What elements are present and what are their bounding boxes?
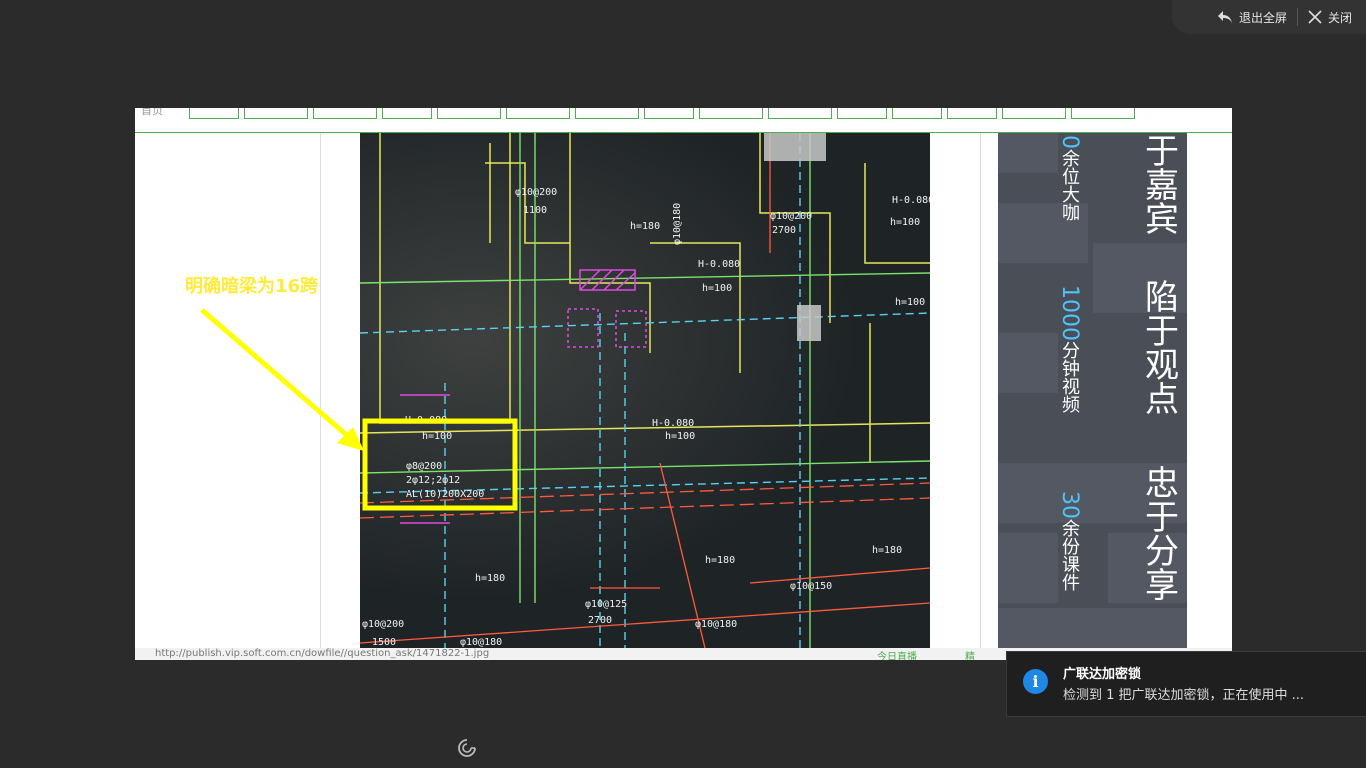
- nav-tab: [575, 108, 639, 119]
- nav-tab: [1002, 108, 1066, 119]
- close-button[interactable]: 关闭: [1308, 9, 1352, 26]
- stat-label: 余位大咖: [1059, 149, 1080, 221]
- drawing-label: h=100: [890, 217, 920, 228]
- drawing-label: H-0.080: [652, 418, 694, 429]
- drawing-label: 2700: [588, 615, 612, 626]
- site-nav-strip: 首页: [135, 108, 1232, 133]
- exit-fullscreen-label: 退出全屏: [1238, 10, 1287, 25]
- slogan-text: 陷于观点: [1138, 279, 1179, 415]
- nav-tab: [244, 108, 308, 119]
- status-url: http://publish.vip.soft.com.cn/dowfile//…: [155, 648, 490, 659]
- drawing-lines: φ10@200 1100 h=180 φ10@180 H-0.080 h=100…: [360, 133, 930, 648]
- stat-number: 0: [1057, 135, 1082, 149]
- drawing-label: φ10@180: [672, 203, 683, 245]
- drawing-label: φ10@200: [770, 211, 812, 222]
- nav-tab: [947, 108, 997, 119]
- drawing-label: h=180: [630, 221, 660, 232]
- photo-tile: [998, 533, 1058, 603]
- stat-column: 1000 分钟视频: [1056, 285, 1082, 413]
- nav-tab: [506, 108, 570, 119]
- drawing-label: H-0.080: [892, 195, 930, 206]
- loading-spinner-icon: [458, 739, 476, 757]
- stat-label: 余份课件: [1059, 519, 1080, 591]
- drawing-label: 1100: [523, 205, 547, 216]
- toast-message: 检测到 1 把广联达加密锁，正在使用中 ...: [1063, 688, 1305, 703]
- drawing-label: H-0.080: [698, 259, 740, 270]
- nav-tab: [382, 108, 432, 119]
- notification-toast[interactable]: i 广联达加密锁 检测到 1 把广联达加密锁，正在使用中 ...: [1006, 651, 1366, 717]
- drawing-label: h=100: [895, 297, 925, 308]
- toast-title: 广联达加密锁: [1063, 667, 1142, 682]
- nav-tab: [644, 108, 694, 119]
- photo-tile: [998, 608, 1187, 648]
- drawing-label: 2700: [772, 225, 796, 236]
- stat-number: 30: [1057, 491, 1082, 519]
- nav-tab: [313, 108, 377, 119]
- drawing-label: φ10@150: [790, 581, 832, 592]
- image-viewer-content: 首页 φ10@200 1100 h=180 φ10@180 H-0.080 h=…: [135, 108, 1232, 660]
- stat-column: 0 余位大咖: [1056, 135, 1082, 221]
- promo-banner[interactable]: 0 余位大咖 1000 分钟视频 30 余份课件 于嘉宾 陷于观点 忠于分享: [998, 133, 1187, 648]
- drawing-label: h=180: [705, 555, 735, 566]
- drawing-label: AL(10)200X200: [406, 489, 484, 500]
- drawing-label: H-0.080: [405, 415, 447, 426]
- nav-tab: [892, 108, 942, 119]
- slogan-column: 于嘉宾: [1137, 133, 1179, 235]
- nav-tab: [189, 108, 239, 119]
- more-link[interactable]: 精: [965, 648, 975, 660]
- column-divider: [980, 133, 981, 648]
- slogan-column: 忠于分享: [1137, 465, 1179, 601]
- drawing-label: 1500: [372, 637, 396, 648]
- drawing-label: φ10@180: [460, 637, 502, 648]
- drawing-label: h=180: [475, 573, 505, 584]
- drawing-label: h=100: [702, 283, 732, 294]
- drawing-label: φ10@200: [362, 619, 404, 630]
- nav-tab: [1071, 108, 1135, 119]
- nav-tab: [837, 108, 887, 119]
- drawing-label: φ10@200: [515, 187, 557, 198]
- undo-arrow-icon: [1217, 11, 1232, 23]
- viewer-toolbar: 退出全屏 关闭: [1172, 0, 1366, 34]
- stat-label: 分钟视频: [1059, 341, 1080, 413]
- slogan-text: 忠于分享: [1138, 465, 1179, 601]
- close-icon: [1308, 10, 1322, 24]
- drawing-label: φ10@180: [695, 619, 737, 630]
- close-label: 关闭: [1327, 10, 1352, 25]
- toolbar-divider: [1296, 8, 1298, 26]
- column-divider: [320, 133, 321, 648]
- drawing-label: φ10@125: [585, 599, 627, 610]
- drawing-label: 2φ12;2φ12: [406, 475, 460, 486]
- slogan-column: 陷于观点: [1137, 279, 1179, 415]
- breadcrumb: 首页: [141, 108, 163, 117]
- drawing-label: h=100: [422, 431, 452, 442]
- drawing-label: h=100: [665, 431, 695, 442]
- nav-tab: [699, 108, 763, 119]
- exit-fullscreen-button[interactable]: 退出全屏: [1217, 9, 1287, 26]
- nav-tab: [437, 108, 501, 119]
- drawing-label: h=180: [872, 545, 902, 556]
- live-link[interactable]: 今日直播: [877, 648, 917, 660]
- info-icon: i: [1023, 669, 1048, 694]
- nav-tab: [768, 108, 832, 119]
- drawing-label: φ8@200: [406, 461, 442, 472]
- cad-drawing-photo: φ10@200 1100 h=180 φ10@180 H-0.080 h=100…: [360, 133, 930, 648]
- stat-number: 1000: [1057, 285, 1082, 341]
- stat-column: 30 余份课件: [1056, 491, 1082, 591]
- photo-tile: [998, 333, 1058, 393]
- photo-tile: [998, 133, 1058, 173]
- slogan-text: 于嘉宾: [1138, 133, 1179, 235]
- annotation-text: 明确暗梁为16跨: [185, 276, 319, 297]
